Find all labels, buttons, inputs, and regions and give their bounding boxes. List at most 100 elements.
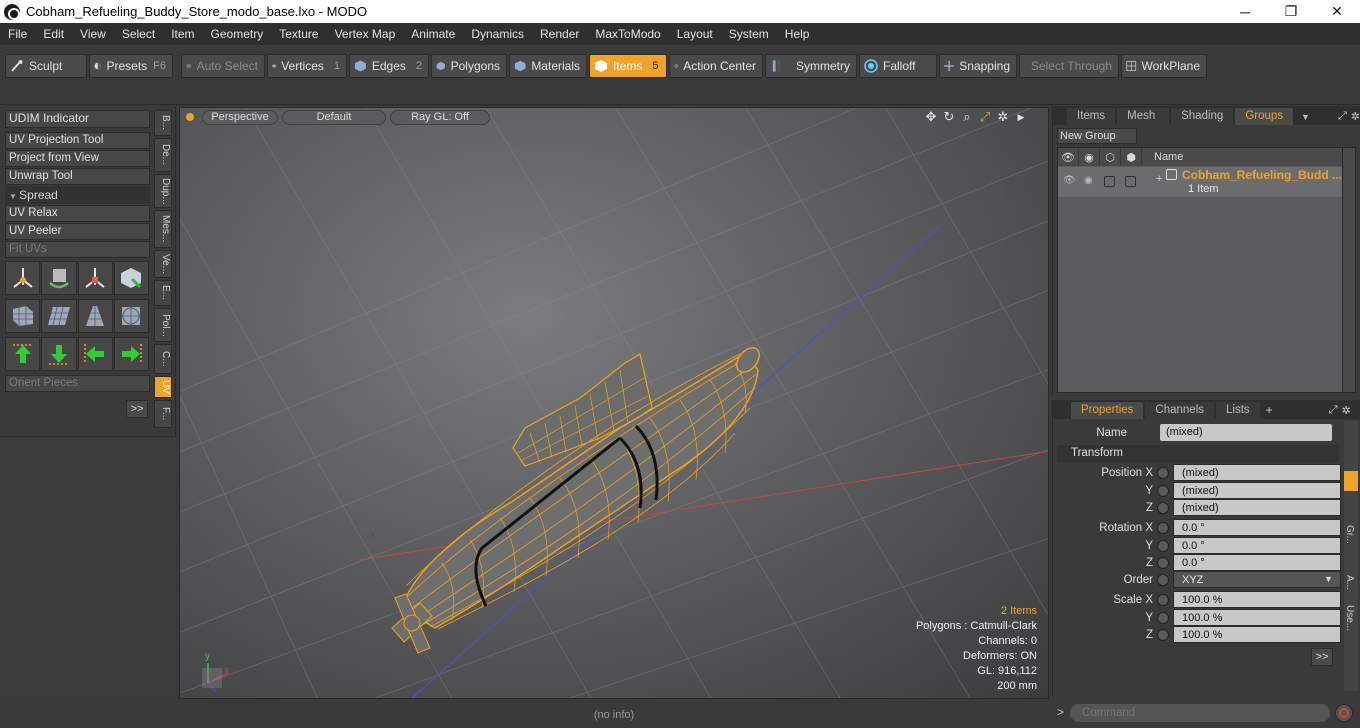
action-center-button[interactable]: Action Center [669, 54, 763, 78]
menu-edit[interactable]: Edit [35, 23, 72, 45]
menu-geometry[interactable]: Geometry [203, 23, 272, 45]
uv-project-box-button[interactable] [5, 299, 41, 333]
transform-section[interactable]: Transform [1057, 445, 1339, 462]
falloff-button[interactable]: Falloff [859, 54, 937, 78]
vtab-uv[interactable]: UV [154, 376, 172, 398]
vtab-deform[interactable]: De... [154, 138, 172, 172]
spread-header[interactable]: ▼ Spread [5, 186, 150, 204]
menu-item[interactable]: Item [163, 23, 202, 45]
select-cube-icon[interactable]: ⬢ [1121, 148, 1142, 166]
fit-uvs-button[interactable]: Fit UVs [5, 241, 150, 258]
group-row[interactable]: 👁 ◉ + Cobham_Refueling_Budd ... 1 Item [1058, 167, 1342, 197]
vertices-button[interactable]: Vertices 1 [267, 54, 347, 78]
items-button[interactable]: Items 5 [589, 54, 667, 78]
vtab-curve[interactable]: C... [154, 344, 172, 374]
menu-vertex-map[interactable]: Vertex Map [327, 23, 404, 45]
scale-y-anim-dot[interactable] [1157, 611, 1169, 624]
position-y-anim-dot[interactable] [1157, 484, 1169, 497]
close-button[interactable]: ✕ [1314, 0, 1360, 23]
3d-viewport[interactable]: -X -Z x y Perspective Default Ray GL: Of… [179, 107, 1049, 699]
vtab-duplicate[interactable]: Dup... [154, 174, 172, 208]
udim-indicator-button[interactable]: UDIM Indicator [5, 110, 150, 128]
order-anim-dot[interactable] [1157, 573, 1169, 586]
scale-y-value[interactable]: 100.0 % [1173, 609, 1341, 626]
uv-sphere-button[interactable] [113, 299, 149, 333]
vtab-basic[interactable]: B... [154, 110, 172, 136]
panel-expand-icon[interactable]: ⤢ [1338, 110, 1347, 123]
tab-mesh[interactable]: Mesh ... [1117, 108, 1170, 139]
uv-transform-button[interactable] [5, 261, 41, 295]
viewport-expand-icon[interactable]: ▶ [1012, 110, 1030, 124]
vtab-fusion[interactable]: F... [154, 400, 172, 428]
scale-z-anim-dot[interactable] [1157, 628, 1169, 641]
vtab-mesh[interactable]: Mes... [154, 210, 172, 248]
zoom-icon[interactable]: ⌕ [958, 110, 976, 124]
materials-button[interactable]: Materials [509, 54, 587, 78]
minimize-button[interactable]: ─ [1222, 0, 1268, 23]
scale-x-anim-dot[interactable] [1157, 593, 1169, 606]
side-tab-active[interactable] [1344, 471, 1358, 491]
polygons-button[interactable]: Polygons [431, 54, 507, 78]
visibility-eye-icon[interactable]: 👁 [1058, 148, 1079, 166]
uv-align-right-button[interactable] [113, 337, 149, 371]
snapping-button[interactable]: Snapping [939, 54, 1017, 78]
order-dropdown-icon[interactable]: ▼ [1324, 574, 1333, 584]
uv-projection-tool-button[interactable]: UV Projection Tool [5, 132, 150, 149]
scale-z-value[interactable]: 100.0 % [1173, 626, 1341, 643]
rotation-x-anim-dot[interactable] [1157, 521, 1169, 534]
uv-peeler-button[interactable]: UV Peeler [5, 223, 150, 240]
pan-icon[interactable]: ✥ [922, 110, 940, 124]
menu-texture[interactable]: Texture [271, 23, 326, 45]
menu-file[interactable]: File [0, 23, 35, 45]
viewport-menu-dot-icon[interactable] [186, 113, 194, 121]
uv-scale-button[interactable] [77, 261, 113, 295]
presets-button[interactable]: Presets F6 [89, 54, 173, 78]
uv-align-up-button[interactable] [5, 337, 41, 371]
vtab-edge[interactable]: E... [154, 280, 172, 306]
orient-pieces-button[interactable]: Orient Pieces [5, 375, 150, 392]
menu-animate[interactable]: Animate [403, 23, 463, 45]
maximize-button[interactable]: ❐ [1268, 0, 1314, 23]
tab-properties[interactable]: Properties [1071, 402, 1144, 419]
position-x-anim-dot[interactable] [1157, 466, 1169, 479]
menu-layout[interactable]: Layout [669, 23, 721, 45]
side-tab-assembly[interactable]: A... [1344, 575, 1355, 599]
auto-select-button[interactable]: Auto Select [181, 54, 265, 78]
rotation-z-anim-dot[interactable] [1157, 556, 1169, 569]
sculpt-button[interactable]: Sculpt [5, 54, 87, 78]
unwrap-tool-button[interactable]: Unwrap Tool [5, 168, 150, 185]
raygl-toggle[interactable]: Ray GL: Off [390, 109, 490, 125]
fit-icon[interactable]: ⤢ [976, 110, 994, 124]
tab-channels[interactable]: Channels [1145, 402, 1215, 419]
rotation-x-value[interactable]: 0.0 ° [1173, 519, 1341, 536]
name-input[interactable]: (mixed) [1160, 424, 1332, 441]
tab-shading[interactable]: Shading [1171, 108, 1234, 125]
rotation-y-anim-dot[interactable] [1157, 539, 1169, 552]
panel-settings-icon[interactable]: ✲ [1351, 110, 1360, 123]
project-from-view-button[interactable]: Project from View [5, 150, 150, 167]
position-z-anim-dot[interactable] [1157, 501, 1169, 514]
row-eye-icon[interactable]: 👁 [1063, 175, 1076, 186]
uv-box-button[interactable] [113, 261, 149, 295]
row-render-icon[interactable]: ◉ [1084, 175, 1093, 186]
tab-groups[interactable]: Groups [1235, 108, 1294, 125]
uv-rotate-button[interactable] [41, 261, 77, 295]
menu-select[interactable]: Select [114, 23, 163, 45]
position-y-value[interactable]: (mixed) [1173, 482, 1341, 499]
new-group-button[interactable]: New Group [1057, 128, 1137, 144]
menu-system[interactable]: System [721, 23, 777, 45]
workplane-button[interactable]: WorkPlane [1121, 54, 1207, 78]
scale-x-value[interactable]: 100.0 % [1173, 591, 1341, 608]
edges-button[interactable]: Edges 2 [349, 54, 429, 78]
name-column-header[interactable]: Name [1154, 151, 1183, 163]
left-more-button[interactable]: >> [126, 400, 148, 418]
tabs-dropdown-icon[interactable]: ▼ [1301, 112, 1310, 122]
select-through-button[interactable]: Select Through [1019, 54, 1119, 78]
rotation-z-value[interactable]: 0.0 ° [1173, 554, 1341, 571]
rotation-y-value[interactable]: 0.0 ° [1173, 537, 1341, 554]
uv-align-left-button[interactable] [77, 337, 113, 371]
props-settings-icon[interactable]: ✲ [1342, 404, 1351, 417]
props-expand-icon[interactable]: ⤢ [1329, 404, 1338, 417]
row-lock-checkbox[interactable] [1104, 176, 1115, 187]
view-perspective-button[interactable]: Perspective [202, 109, 278, 125]
